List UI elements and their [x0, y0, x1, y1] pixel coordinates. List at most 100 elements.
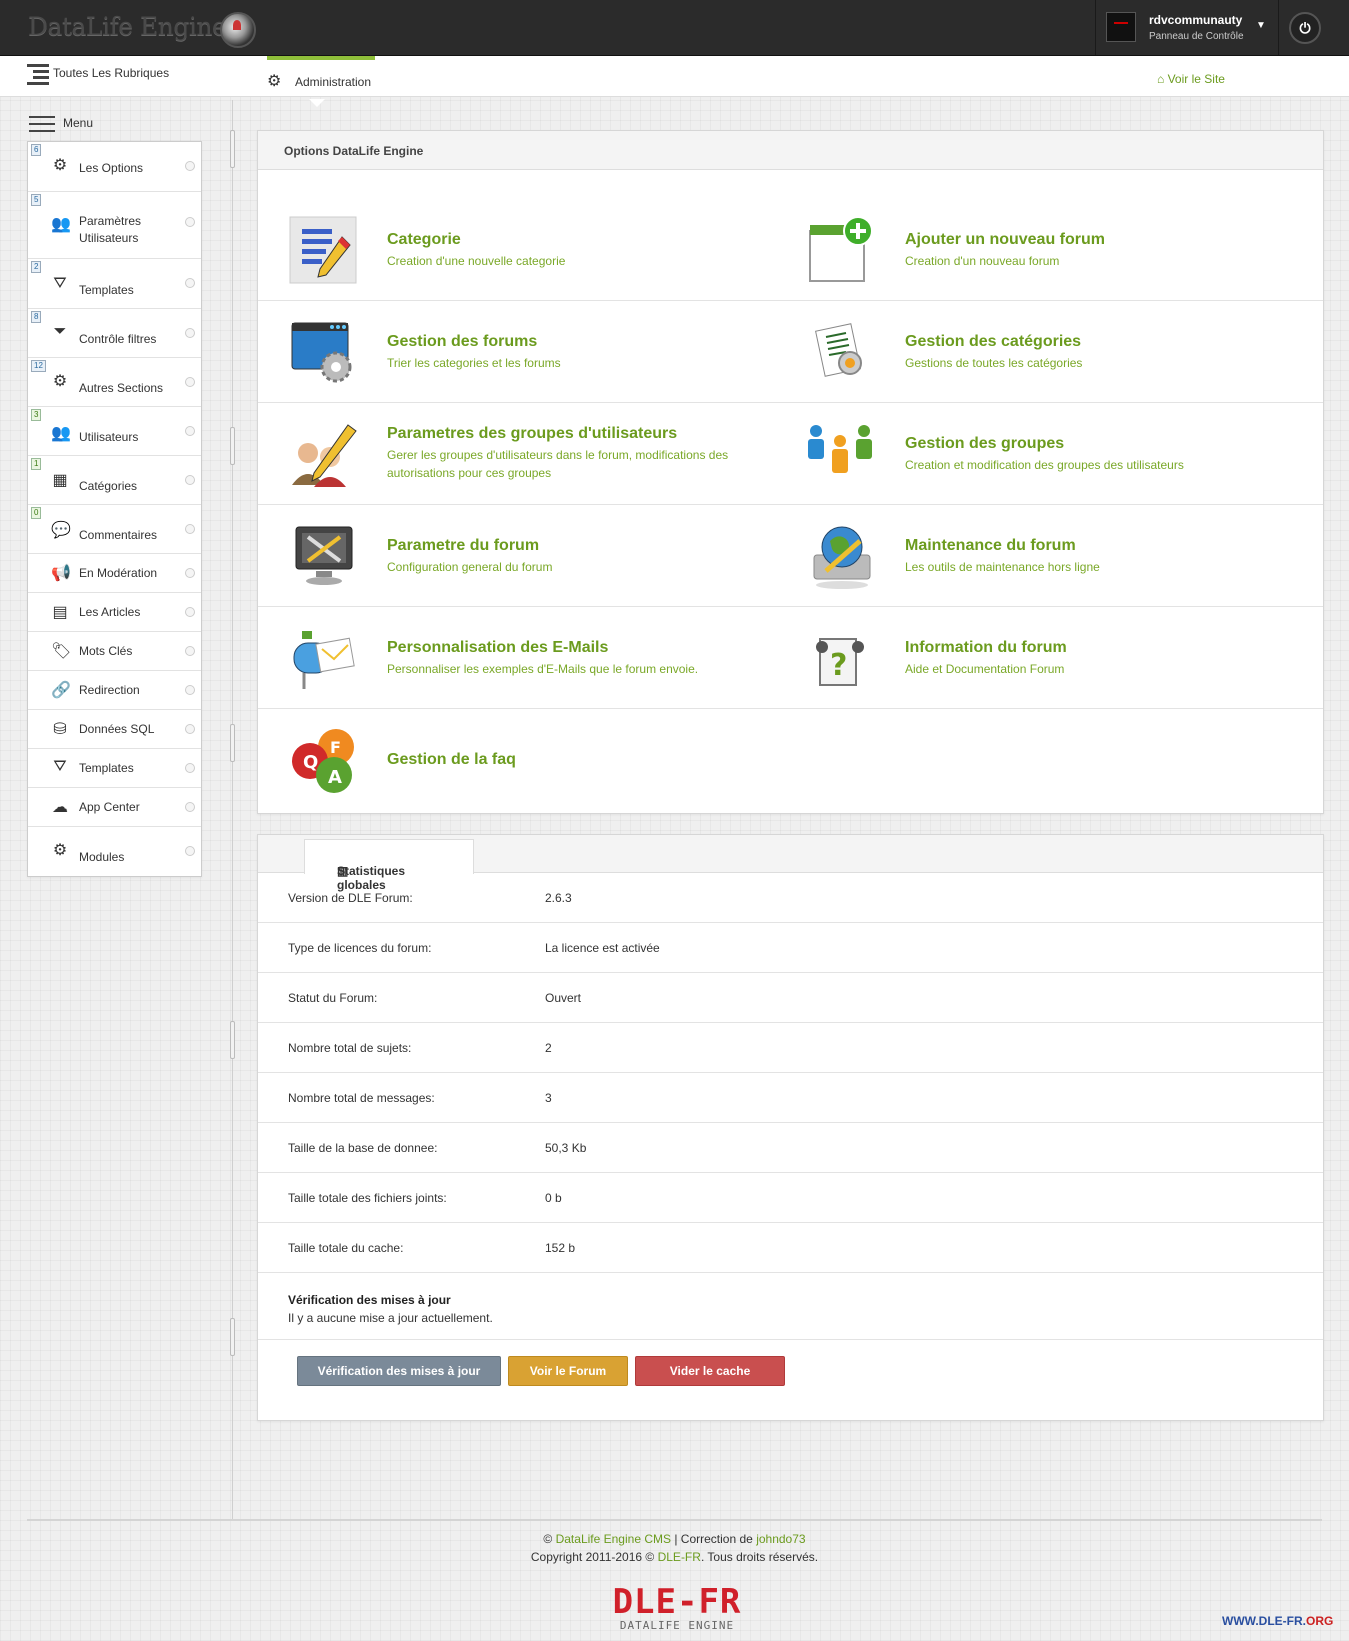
- option-gestion-groupes[interactable]: Gestion des groupes Creation et modifica…: [776, 403, 1296, 504]
- home-icon: ⌂: [1157, 72, 1168, 86]
- sidebar-item-label[interactable]: Utilisateurs: [79, 429, 138, 446]
- option-gestion-categories[interactable]: Gestion des catégories Gestions de toute…: [776, 301, 1296, 402]
- username[interactable]: rdvcommunauty: [1149, 13, 1242, 27]
- sidebar-item-commentaires[interactable]: 0 💬 Commentaires: [28, 505, 201, 554]
- dlefr-logo[interactable]: DLE-FR DATALIFE ENGINE: [607, 1585, 747, 1632]
- groups-icon[interactable]: [806, 419, 878, 489]
- sidebar-item-label[interactable]: Données SQL: [79, 721, 154, 738]
- sidebar-item-les-options[interactable]: 6 ⚙ Les Options: [28, 142, 201, 192]
- sidebar-item-mots-cles[interactable]: 🏷 Mots Clés: [28, 632, 201, 671]
- sidebar-item-label[interactable]: Les Options: [79, 160, 143, 177]
- user-menu[interactable]: rdvcommunauty Panneau de Contrôle ▼: [1095, 0, 1276, 55]
- sidebar-item-templates[interactable]: 2 ⛛ Templates: [28, 259, 201, 309]
- categories-manage-icon[interactable]: [806, 317, 878, 387]
- check-updates-button[interactable]: Vérification des mises à jour: [297, 1356, 501, 1386]
- add-forum-icon[interactable]: [806, 215, 878, 285]
- dle-logo-icon[interactable]: [220, 12, 256, 48]
- option-personnalisation-emails[interactable]: Personnalisation des E-Mails Personnalis…: [258, 607, 778, 708]
- sidebar-item-label[interactable]: Templates: [79, 282, 134, 299]
- option-title[interactable]: Parametre du forum: [387, 537, 539, 555]
- option-information-forum[interactable]: ? Information du forum Aide et Documenta…: [776, 607, 1296, 708]
- dlefr-link[interactable]: DLE-FR: [658, 1550, 701, 1564]
- email-icon[interactable]: [288, 623, 360, 693]
- option-title[interactable]: Gestion des catégories: [905, 333, 1081, 351]
- menu-toggle[interactable]: Menu: [29, 116, 93, 132]
- avatar[interactable]: [1106, 12, 1136, 42]
- sidebar-item-label[interactable]: Paramètres Utilisateurs: [79, 213, 159, 247]
- sidebar-item-label[interactable]: Templates: [79, 760, 134, 777]
- brand-logo-text[interactable]: DataLife Engine: [28, 12, 227, 41]
- category-edit-icon[interactable]: [288, 215, 360, 285]
- sidebar-item-label[interactable]: En Modération: [79, 565, 157, 582]
- sidebar-item-label[interactable]: Les Articles: [79, 604, 140, 621]
- sidebar-item-parametres-utilisateurs[interactable]: 5 👥 Paramètres Utilisateurs: [28, 192, 201, 259]
- sidebar-item-en-moderation[interactable]: 📢 En Modération: [28, 554, 201, 593]
- sidebar-item-label[interactable]: App Center: [79, 799, 140, 816]
- option-title[interactable]: Maintenance du forum: [905, 537, 1076, 555]
- sidebar-item-label[interactable]: Contrôle filtres: [79, 331, 156, 348]
- view-site-label[interactable]: Voir le Site: [1168, 72, 1225, 86]
- option-title[interactable]: Gestion des forums: [387, 333, 537, 351]
- chevron-down-icon[interactable]: ▼: [1256, 20, 1266, 31]
- sidebar-item-label[interactable]: Mots Clés: [79, 643, 132, 660]
- svg-text:F: F: [330, 738, 341, 757]
- sidebar-item-label[interactable]: Autres Sections: [79, 380, 163, 397]
- author-link[interactable]: johndo73: [756, 1532, 805, 1546]
- option-title[interactable]: Categorie: [387, 231, 461, 249]
- forum-settings-icon[interactable]: [288, 317, 360, 387]
- sidebar-item-label[interactable]: Modules: [79, 849, 124, 866]
- options-row: Parametres des groupes d'utilisateurs Ge…: [258, 403, 1323, 505]
- option-title[interactable]: Ajouter un nouveau forum: [905, 231, 1105, 249]
- sidebar-item-controle-filtres[interactable]: 8 ⏷ Contrôle filtres: [28, 309, 201, 358]
- option-title[interactable]: Information du forum: [905, 639, 1067, 657]
- scroll-handle: [230, 1318, 235, 1356]
- logout-button[interactable]: ⏻: [1278, 0, 1349, 55]
- user-groups-edit-icon[interactable]: [288, 419, 360, 489]
- tab-administration-label[interactable]: Administration: [295, 75, 371, 89]
- tab-statistiques-globales[interactable]: ▥ Statistiques globales: [304, 839, 474, 892]
- templates-icon: ⛛: [53, 275, 67, 292]
- stat-key: Statut du Forum:: [288, 991, 378, 1005]
- sidebar-item-donnees-sql[interactable]: ⛁ Données SQL: [28, 710, 201, 749]
- option-gestion-forums[interactable]: Gestion des forums Trier les categories …: [258, 301, 778, 402]
- hamburger-icon[interactable]: [29, 116, 55, 132]
- power-icon[interactable]: ⏻: [1289, 12, 1321, 44]
- view-site-link[interactable]: ⌂ Voir le Site: [1157, 72, 1225, 86]
- sidebar-item-autres-sections[interactable]: 12 ⚙ Autres Sections: [28, 358, 201, 407]
- option-categorie[interactable]: Categorie Creation d'une nouvelle catego…: [258, 199, 778, 300]
- faq-icon[interactable]: Q F A: [288, 725, 360, 795]
- status-dot-icon: [185, 846, 195, 856]
- forum-tools-icon[interactable]: [288, 521, 360, 591]
- option-title[interactable]: Personnalisation des E-Mails: [387, 639, 608, 657]
- option-parametres-groupes[interactable]: Parametres des groupes d'utilisateurs Ge…: [258, 403, 778, 504]
- option-desc: Configuration general du forum: [387, 560, 553, 574]
- option-title[interactable]: Gestion de la faq: [387, 751, 516, 769]
- option-gestion-faq[interactable]: Q F A Gestion de la faq: [258, 709, 778, 810]
- gear-icon: ⚙: [52, 842, 68, 859]
- option-maintenance-forum[interactable]: Maintenance du forum Les outils de maint…: [776, 505, 1296, 606]
- tab-administration[interactable]: ⚙ Administration: [267, 56, 375, 107]
- option-desc: Les outils de maintenance hors ligne: [905, 560, 1100, 574]
- sidebar-item-les-articles[interactable]: ▤ Les Articles: [28, 593, 201, 632]
- option-parametre-forum[interactable]: Parametre du forum Configuration general…: [258, 505, 778, 606]
- sidebar-item-label[interactable]: Redirection: [79, 682, 140, 699]
- sidebar-item-label[interactable]: Commentaires: [79, 527, 157, 544]
- option-ajouter-forum[interactable]: Ajouter un nouveau forum Creation d'un n…: [776, 199, 1296, 300]
- option-title[interactable]: Gestion des groupes: [905, 435, 1064, 453]
- clear-cache-button[interactable]: Vider le cache: [635, 1356, 785, 1386]
- option-title[interactable]: Parametres des groupes d'utilisateurs: [387, 425, 677, 443]
- maintenance-icon[interactable]: [806, 521, 878, 591]
- sidebar-item-app-center[interactable]: ☁ App Center: [28, 788, 201, 827]
- all-rubriques-label[interactable]: Toutes Les Rubriques: [53, 66, 169, 80]
- sidebar-item-utilisateurs[interactable]: 3 👥 Utilisateurs: [28, 407, 201, 456]
- help-icon[interactable]: ?: [806, 623, 878, 693]
- sidebar-item-redirection[interactable]: 🔗 Redirection: [28, 671, 201, 710]
- dle-cms-link[interactable]: DataLife Engine CMS: [556, 1532, 671, 1546]
- sidebar-item-templates-2[interactable]: ⛛ Templates: [28, 749, 201, 788]
- status-dot-icon: [185, 278, 195, 288]
- all-rubriques-link[interactable]: Toutes Les Rubriques: [27, 64, 169, 85]
- sidebar-item-categories[interactable]: 1 ▦ Catégories: [28, 456, 201, 505]
- view-forum-button[interactable]: Voir le Forum: [508, 1356, 628, 1386]
- sidebar-item-label[interactable]: Catégories: [79, 478, 137, 495]
- sidebar-item-modules[interactable]: ⚙ Modules: [28, 827, 201, 876]
